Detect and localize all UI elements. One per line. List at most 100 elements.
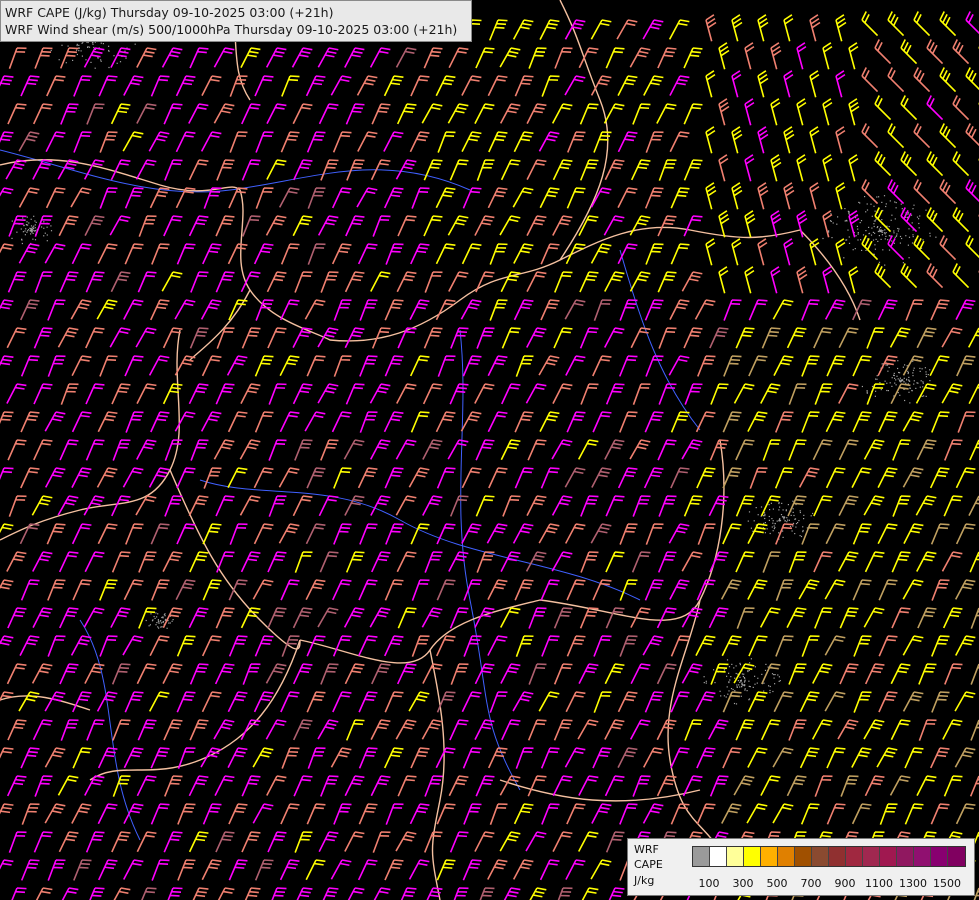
cloud-dot	[880, 389, 882, 391]
cloud-dot	[778, 676, 780, 678]
cloud-dot	[741, 684, 743, 686]
legend-tick: 1500	[933, 877, 961, 890]
cloud-dot	[30, 225, 33, 227]
cloud-dot	[877, 230, 879, 233]
cloud-dot	[76, 44, 78, 47]
cloud-dot	[713, 669, 715, 671]
cloud-dot	[11, 237, 13, 239]
cloud-dot	[778, 509, 780, 511]
cloud-dot	[880, 238, 882, 240]
cloud-dot	[78, 50, 80, 52]
cloud-dot	[908, 228, 910, 230]
cloud-dot	[929, 232, 931, 234]
cloud-dot	[803, 514, 805, 516]
cloud-dot	[80, 50, 82, 52]
cloud-dot	[881, 219, 883, 221]
cloud-dot	[896, 375, 898, 377]
cloud-dot	[860, 220, 863, 222]
cloud-dot	[848, 212, 850, 214]
legend-swatch	[931, 847, 948, 866]
cloud-dot	[887, 370, 889, 372]
cloud-dot	[874, 248, 876, 250]
cloud-dot	[102, 43, 104, 45]
cloud-dot	[921, 368, 923, 370]
cloud-dot	[899, 242, 901, 244]
cloud-dot	[876, 226, 878, 229]
cloud-dot	[891, 214, 893, 216]
cloud-dot	[34, 220, 36, 222]
legend-swatch	[863, 847, 880, 866]
cloud-dot	[750, 527, 752, 529]
wind-shear-title: WRF Wind shear (m/s) 500/1000hPa Thursda…	[5, 22, 458, 37]
cloud-dot	[100, 60, 102, 62]
cloud-dot	[881, 231, 883, 233]
cloud-dot	[803, 518, 805, 520]
cloud-dot	[792, 508, 794, 510]
cloud-dot	[899, 372, 901, 374]
cloud-dot	[871, 385, 874, 388]
cloud-dot	[798, 520, 800, 522]
cloud-dot	[846, 239, 848, 241]
cloud-dot	[866, 209, 869, 211]
cloud-dot	[794, 533, 796, 535]
cloud-dot	[913, 380, 915, 382]
cloud-dot	[764, 532, 766, 534]
legend-swatch	[829, 847, 846, 866]
cloud-dot	[861, 385, 863, 388]
cloud-dot	[100, 42, 102, 44]
cloud-dot	[888, 366, 890, 369]
cloud-dot	[912, 369, 915, 371]
cloud-dot	[913, 367, 915, 369]
cloud-dot	[795, 526, 797, 528]
cloud-dot	[119, 61, 122, 63]
cloud-dot	[922, 382, 924, 384]
cloud-dot	[874, 244, 876, 246]
cloud-dot	[714, 682, 716, 684]
cloud-dot	[856, 225, 858, 227]
cloud-dot	[773, 677, 775, 679]
cloud-dot	[888, 226, 890, 228]
cloud-dot	[21, 239, 23, 241]
cloud-dot	[772, 520, 774, 522]
cloud-dot	[22, 217, 24, 219]
cloud-dot	[887, 239, 889, 241]
cloud-dot	[778, 520, 780, 522]
cloud-dot	[893, 374, 895, 376]
legend-tick: 1100	[865, 877, 893, 890]
cloud-dot	[116, 62, 118, 64]
cloud-dot	[886, 382, 888, 384]
cloud-dot	[891, 377, 893, 379]
cloud-dot	[866, 390, 868, 392]
cloud-dot	[857, 232, 859, 234]
legend-swatch	[727, 847, 744, 866]
cloud-dot	[784, 520, 786, 522]
cloud-dot	[880, 229, 882, 231]
cloud-dot	[922, 381, 924, 383]
legend-tick: 500	[766, 877, 788, 890]
cloud-dot	[884, 264, 886, 266]
cloud-dot	[28, 222, 30, 224]
cloud-dot	[778, 501, 780, 504]
cloud-dot	[912, 236, 914, 238]
cloud-dot	[33, 225, 35, 227]
cloud-dot	[733, 702, 736, 705]
legend-label-wrf: WRF	[634, 843, 659, 856]
cloud-dot	[918, 222, 920, 225]
cloud-dot	[161, 616, 163, 619]
cloud-dot	[737, 680, 739, 682]
cloud-dot	[918, 227, 920, 229]
cloud-dot	[911, 242, 914, 244]
cloud-dot	[61, 44, 63, 46]
cloud-dot	[902, 366, 904, 368]
cloud-dot	[703, 682, 705, 684]
cloud-dot	[878, 196, 880, 198]
cloud-dot	[782, 530, 784, 532]
cloud-dot	[847, 210, 849, 212]
cloud-dot	[25, 228, 27, 230]
cloud-dot	[734, 677, 736, 679]
cloud-dot	[730, 688, 733, 690]
cloud-dot	[844, 220, 846, 222]
cloud-dot	[778, 532, 780, 534]
cloud-dot	[772, 522, 774, 524]
cloud-dot	[918, 218, 920, 220]
